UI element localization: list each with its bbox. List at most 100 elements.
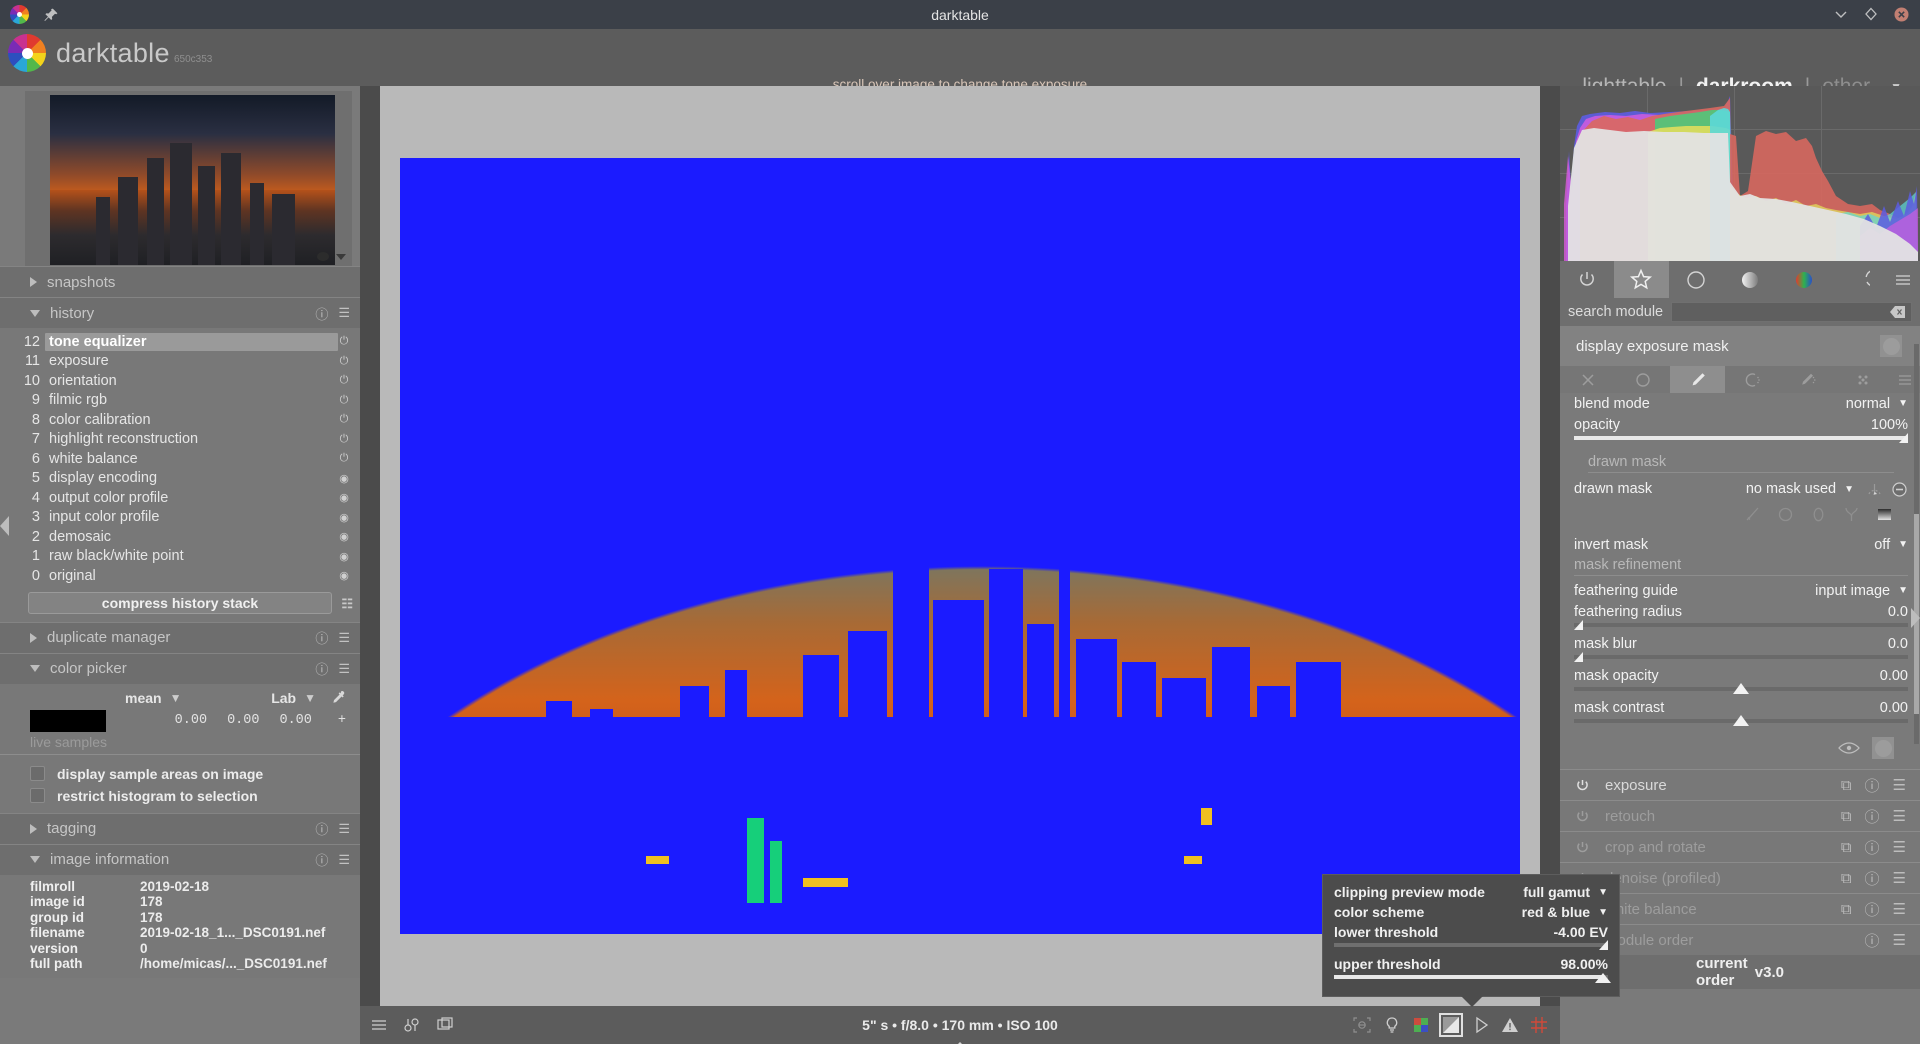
clear-search-icon[interactable] <box>1890 306 1906 318</box>
pin-icon[interactable] <box>43 7 59 23</box>
power-icon[interactable]: ⏻ <box>338 374 350 387</box>
checkbox-icon[interactable] <box>30 788 45 803</box>
mask-contrast-slider[interactable] <box>1574 715 1908 726</box>
image-info-presets-icon[interactable]: ☰ <box>338 852 350 868</box>
tagging-presets-icon[interactable]: ☰ <box>338 821 350 837</box>
reset-icon[interactable]: ⓘ <box>1865 930 1880 951</box>
circle-shape-icon[interactable] <box>1776 505 1795 524</box>
color-picker-presets-icon[interactable]: ☰ <box>338 661 350 677</box>
section-header-history[interactable]: history ⓘ ☰ <box>0 297 360 328</box>
color-modules-tab[interactable] <box>1723 261 1777 298</box>
gamut-check-icon[interactable] <box>1439 1013 1463 1037</box>
history-item-demosaic[interactable]: 2 demosaic ◉ <box>0 527 360 547</box>
power-icon[interactable]: ⏻ <box>338 433 350 446</box>
power-icon[interactable]: ⏻ <box>338 394 350 407</box>
chevron-down-icon[interactable]: ▼ <box>1898 539 1908 550</box>
section-header-color-picker[interactable]: color picker ⓘ ☰ <box>0 652 360 684</box>
section-header-duplicate-manager[interactable]: duplicate manager ⓘ ☰ <box>0 621 360 653</box>
history-item-filmic-rgb[interactable]: 9 filmic rgb ⏻ <box>0 391 360 411</box>
multi-instance-icon[interactable]: ⧉ <box>1841 839 1852 856</box>
correction-modules-tab[interactable] <box>1777 261 1831 298</box>
blend-raster-tab[interactable] <box>1835 366 1890 393</box>
color-label-icon[interactable] <box>317 252 329 261</box>
favorite-modules-tab[interactable] <box>1614 261 1669 298</box>
popup-row-clipping-preview-mode[interactable]: clipping preview mode full gamut ▼ <box>1329 882 1613 902</box>
clipping-preview-popup[interactable]: clipping preview mode full gamut ▼ color… <box>1322 874 1620 1007</box>
upper-threshold-slider[interactable] <box>1334 973 1611 983</box>
history-item-input-color-profile[interactable]: 3 input color profile ◉ <box>0 508 360 528</box>
history-item-color-calibration[interactable]: 8 color calibration ⏻ <box>0 410 360 430</box>
blend-drawn-parametric-tab[interactable] <box>1780 366 1835 393</box>
multi-instance-icon[interactable]: ⧉ <box>1841 808 1852 825</box>
statistic-selector[interactable]: mean <box>125 690 162 706</box>
tagging-reset-icon[interactable]: ⓘ <box>315 819 328 838</box>
history-item-exposure[interactable]: 11 exposure ⏻ <box>0 352 360 372</box>
reset-icon[interactable]: ⓘ <box>1865 868 1880 889</box>
second-window-icon[interactable] <box>436 1016 454 1034</box>
lower-threshold-slider[interactable] <box>1334 940 1608 950</box>
navigation-thumbnail[interactable] <box>25 91 352 266</box>
history-item-white-balance[interactable]: 6 white balance ⏻ <box>0 449 360 469</box>
eye-icon[interactable]: ◉ <box>338 491 350 504</box>
path-shape-icon[interactable] <box>1842 505 1861 524</box>
section-header-snapshots[interactable]: snapshots <box>0 266 360 297</box>
history-item-original[interactable]: 0 original ◉ <box>0 566 360 586</box>
chevron-down-icon[interactable]: ▼ <box>1898 585 1908 596</box>
history-item-raw-black-white-point[interactable]: 1 raw black/white point ◉ <box>0 547 360 567</box>
collapse-right-panel-arrow-icon[interactable] <box>1911 608 1920 628</box>
clipping-warning-icon[interactable] <box>1501 1016 1519 1034</box>
history-item-orientation[interactable]: 10 orientation ⏻ <box>0 371 360 391</box>
chevron-down-icon[interactable]: ▼ <box>170 691 182 705</box>
image-info-reset-icon[interactable]: ⓘ <box>315 850 328 869</box>
history-item-tone-equalizer[interactable]: 12 tone equalizer ⏻ <box>0 332 360 352</box>
power-icon[interactable]: ⏻ <box>338 413 350 426</box>
reset-icon[interactable]: ⓘ <box>1865 806 1880 827</box>
presets-icon[interactable]: ☰ <box>1893 776 1906 794</box>
chevron-down-icon[interactable]: ▼ <box>1898 398 1908 409</box>
slider-handle[interactable] <box>1599 940 1608 950</box>
slider-handle[interactable] <box>1733 683 1749 694</box>
control-blend-mode[interactable]: blend mode normal ▼ <box>1574 393 1908 414</box>
section-header-image-information[interactable]: image information ⓘ ☰ <box>0 843 360 875</box>
color-assessment-icon[interactable] <box>1412 1016 1430 1034</box>
remove-mask-icon[interactable] <box>1891 481 1908 498</box>
duplicate-presets-icon[interactable]: ☰ <box>338 630 350 646</box>
hamburger-icon[interactable] <box>370 1016 388 1034</box>
power-icon[interactable]: ⏻ <box>338 335 350 348</box>
collapse-left-panel-arrow-icon[interactable] <box>0 516 9 536</box>
search-input[interactable] <box>1671 302 1912 322</box>
image-canvas[interactable]: clipping preview mode full gamut ▼ color… <box>380 86 1620 1007</box>
lighttable-hint-icon[interactable] <box>1383 1016 1401 1034</box>
duplicate-reset-icon[interactable]: ⓘ <box>315 628 328 647</box>
ellipse-shape-icon[interactable] <box>1809 505 1828 524</box>
chevron-down-icon[interactable]: ▼ <box>1598 887 1608 898</box>
brush-icon[interactable] <box>1743 505 1762 524</box>
effects-modules-tab[interactable] <box>1832 261 1886 298</box>
softproof-icon[interactable] <box>1472 1016 1490 1034</box>
right-panel-scrollbar[interactable] <box>1914 344 1919 744</box>
blend-parametric-tab[interactable] <box>1725 366 1780 393</box>
blend-off-tab[interactable] <box>1560 366 1615 393</box>
presets-icon[interactable]: ☰ <box>1893 838 1906 856</box>
history-item-highlight-reconstruction[interactable]: 7 highlight reconstruction ⏻ <box>0 430 360 450</box>
mask-opacity-slider[interactable] <box>1574 683 1908 694</box>
maximize-icon[interactable] <box>1864 7 1880 23</box>
power-icon[interactable] <box>1574 777 1591 794</box>
mask-blur-slider[interactable] <box>1574 652 1908 662</box>
history-presets-icon[interactable]: ☰ <box>338 305 350 321</box>
module-header-display-exposure-mask[interactable]: display exposure mask <box>1560 326 1920 366</box>
control-drawn-mask[interactable]: drawn mask no mask used ▼ <box>1574 477 1908 501</box>
power-icon[interactable]: ⏻ <box>338 355 350 368</box>
add-live-sample-icon[interactable]: + <box>338 713 346 728</box>
close-icon[interactable] <box>1894 7 1910 23</box>
module-row-exposure[interactable]: exposure ⧉ ⓘ ☰ <box>1560 769 1920 800</box>
history-item-output-color-profile[interactable]: 4 output color profile ◉ <box>0 488 360 508</box>
presets-icon[interactable]: ☰ <box>1893 900 1906 918</box>
culling-icon[interactable] <box>403 1016 421 1034</box>
copy-history-icon[interactable]: ☷ <box>341 596 353 612</box>
chevron-down-icon[interactable]: ▼ <box>1844 484 1854 495</box>
popup-row-color-scheme[interactable]: color scheme red & blue ▼ <box>1329 902 1613 922</box>
thumbnail-overlay-icons[interactable] <box>317 252 346 261</box>
chevron-down-icon[interactable] <box>336 253 346 260</box>
eye-icon[interactable]: ◉ <box>338 530 350 543</box>
